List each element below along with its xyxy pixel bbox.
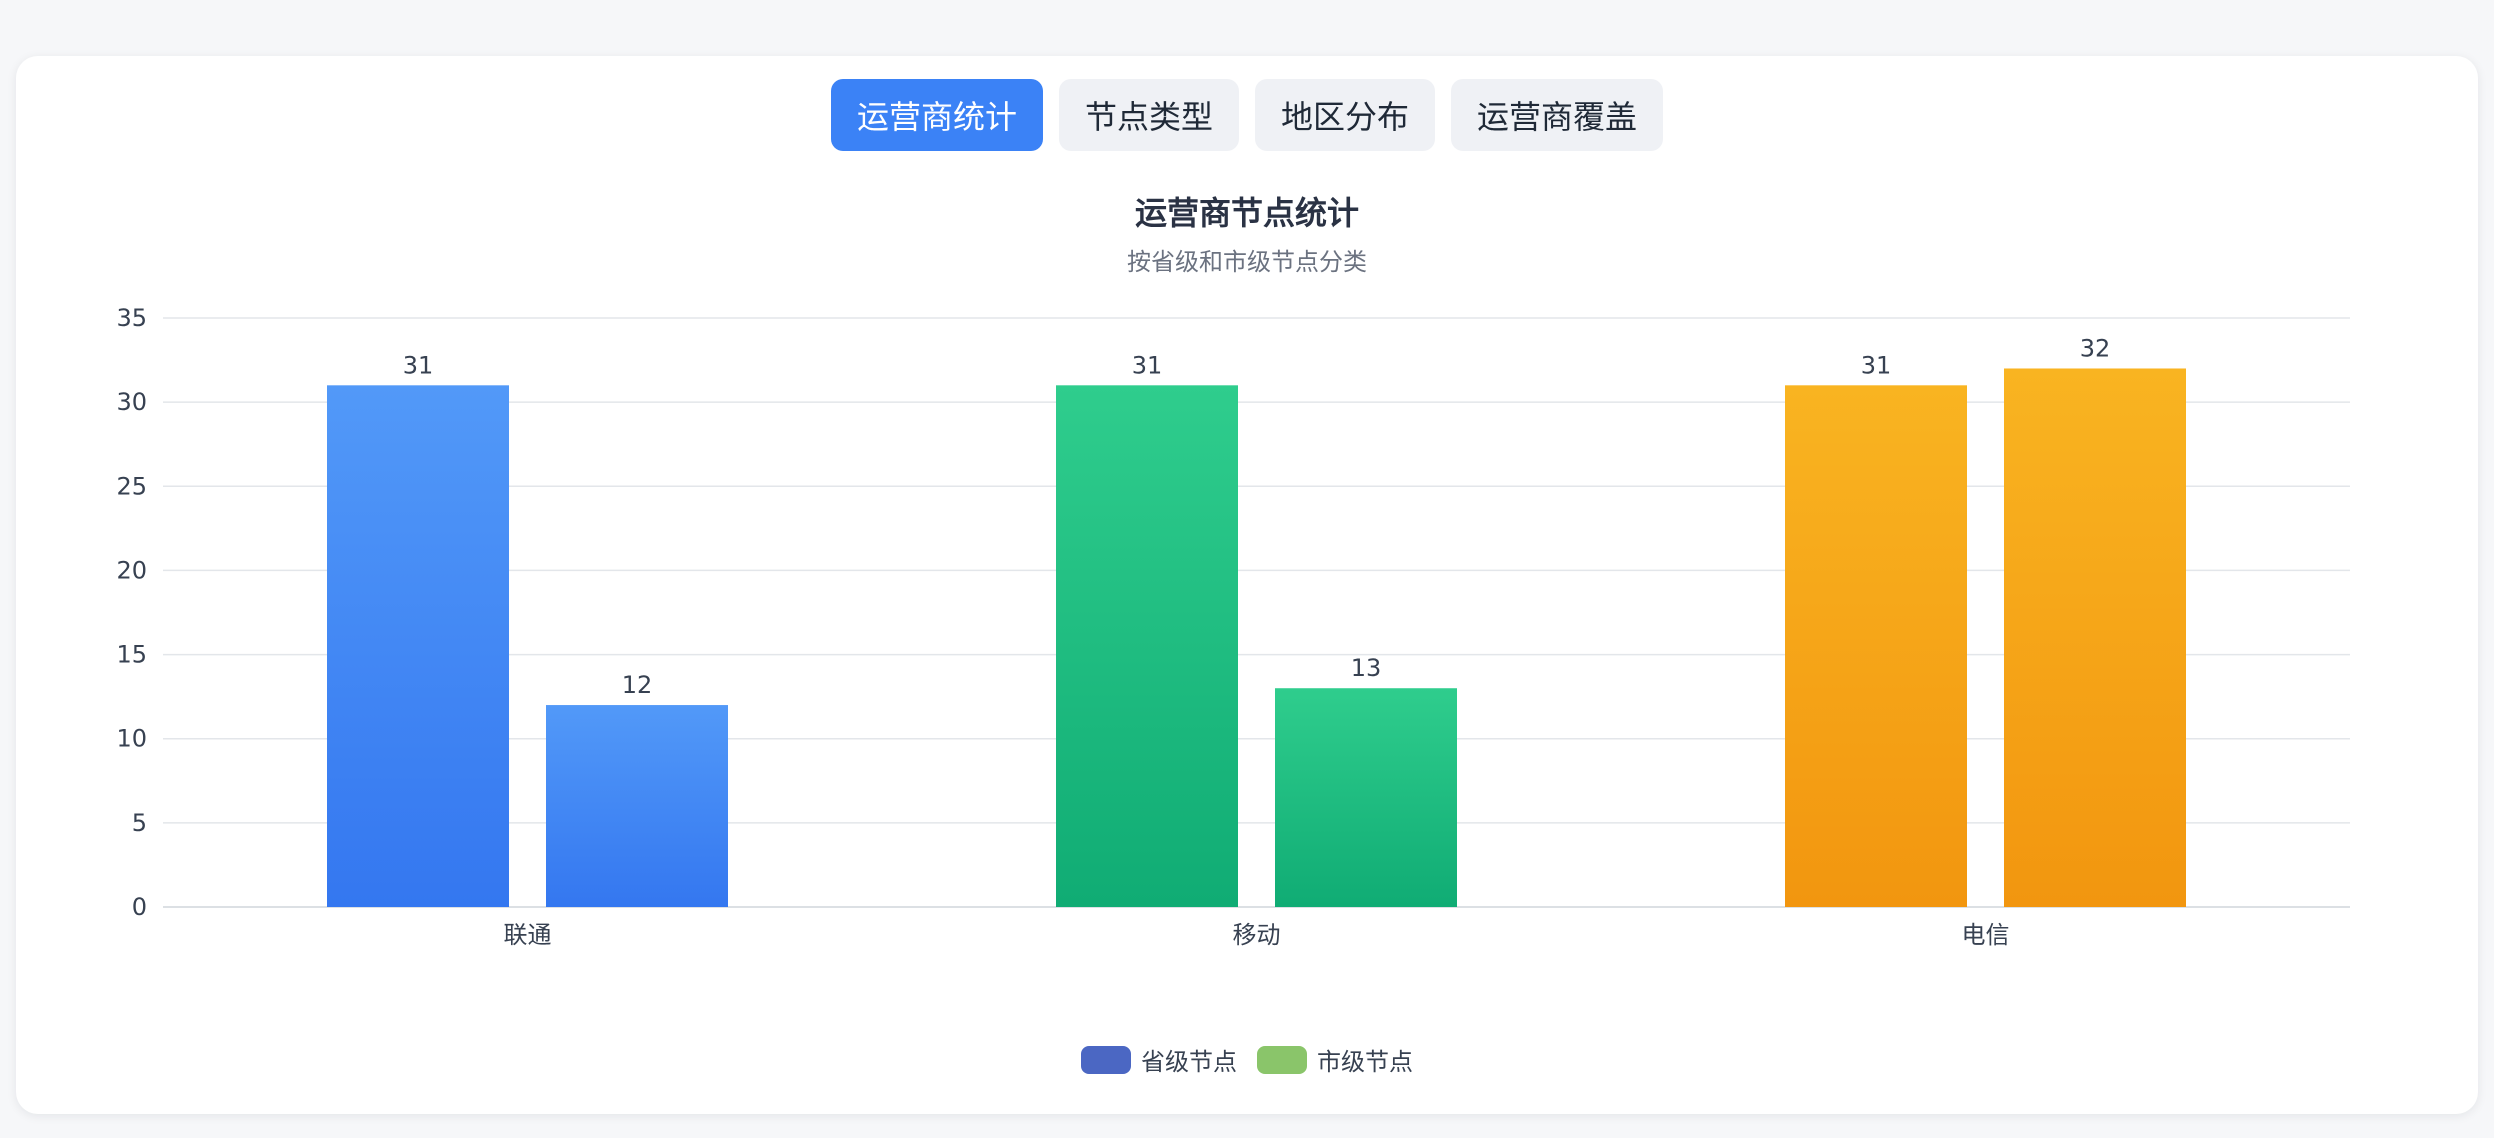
data-label: 31 (1861, 351, 1892, 379)
y-tick-label: 25 (116, 472, 147, 500)
data-label: 32 (2080, 334, 2111, 362)
bar (546, 705, 728, 907)
bar (1785, 385, 1967, 907)
legend-swatch-provincial (1081, 1045, 1131, 1074)
y-tick-label: 5 (132, 809, 147, 837)
y-tick-label: 30 (116, 388, 147, 416)
bar (1056, 385, 1238, 907)
legend-item-provincial[interactable]: 省级节点 (1081, 1042, 1237, 1077)
y-tick-label: 0 (132, 893, 147, 921)
bar (2004, 368, 2186, 907)
bar-chart: 0 5 10 15 20 25 30 35 31 12 联通 31 13 移动 31 32 电信 (116, 304, 2350, 949)
x-tick-label: 电信 (1962, 921, 2010, 949)
y-tick-label: 35 (116, 304, 147, 332)
data-label: 12 (622, 671, 653, 699)
legend-swatch-municipal (1257, 1045, 1307, 1074)
legend-label-provincial: 省级节点 (1141, 1048, 1237, 1076)
chart-legend: 省级节点 市级节点 (0, 1042, 2494, 1077)
x-tick-label: 移动 (1233, 921, 1281, 949)
bar (327, 385, 509, 907)
x-tick-label: 联通 (504, 921, 552, 949)
data-label: 13 (1351, 654, 1382, 682)
legend-label-municipal: 市级节点 (1317, 1048, 1413, 1076)
bar (1275, 688, 1457, 907)
y-tick-label: 15 (116, 641, 147, 669)
data-label: 31 (1132, 351, 1163, 379)
y-tick-label: 20 (116, 556, 147, 584)
legend-item-municipal[interactable]: 市级节点 (1257, 1042, 1413, 1077)
y-tick-label: 10 (116, 725, 147, 753)
data-label: 31 (403, 351, 434, 379)
